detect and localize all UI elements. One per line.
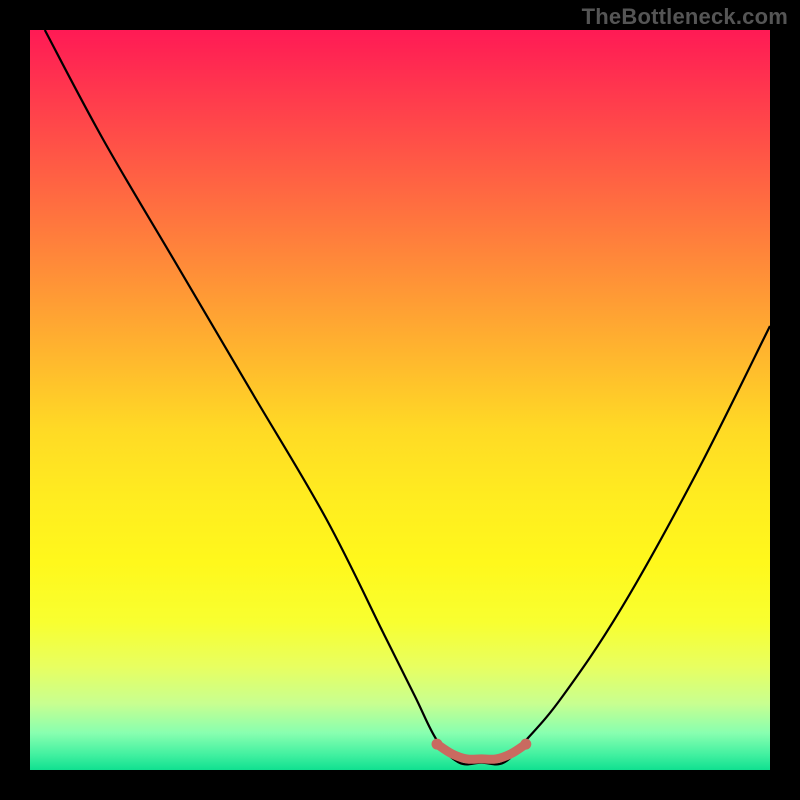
flat-zone-start-dot: [432, 739, 443, 750]
chart-svg: [30, 30, 770, 770]
plot-area: [30, 30, 770, 770]
optimal-flat-zone: [437, 744, 526, 759]
bottleneck-curve: [45, 30, 770, 764]
flat-zone-end-dot: [520, 739, 531, 750]
watermark-text: TheBottleneck.com: [582, 4, 788, 30]
